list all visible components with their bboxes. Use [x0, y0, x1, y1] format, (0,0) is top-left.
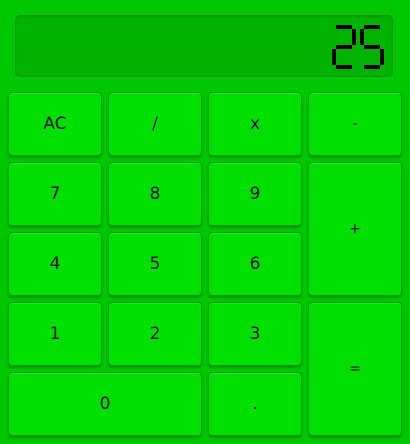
digit-segment	[364, 65, 380, 69]
digit-segment	[380, 49, 384, 65]
digit-1-button[interactable]: 1	[8, 302, 102, 366]
display-value	[332, 20, 384, 74]
digit-segment	[364, 45, 380, 49]
equals-button[interactable]: =	[308, 302, 402, 436]
digit-segment	[360, 29, 364, 45]
decimal-button[interactable]: .	[208, 372, 302, 436]
digit-5-button[interactable]: 5	[108, 232, 202, 296]
digit-3-button[interactable]: 3	[208, 302, 302, 366]
digit-segment	[336, 45, 352, 49]
digit-segment	[352, 29, 356, 45]
digit-segment	[336, 25, 352, 29]
digit-9-button[interactable]: 9	[208, 162, 302, 226]
digit-0-button[interactable]: 0	[8, 372, 202, 436]
digit-segment	[364, 25, 380, 29]
display-digits	[332, 20, 384, 74]
display-screen	[15, 15, 393, 77]
add-button[interactable]: +	[308, 162, 402, 296]
digit-2-button[interactable]: 2	[108, 302, 202, 366]
display-digit	[360, 25, 384, 69]
calculator-window: AC / x - 7 8 9 + 4 5 6 1 2 3 = 0 .	[0, 0, 410, 444]
divide-button[interactable]: /	[108, 92, 202, 156]
clear-button[interactable]: AC	[8, 92, 102, 156]
subtract-button[interactable]: -	[308, 92, 402, 156]
digit-4-button[interactable]: 4	[8, 232, 102, 296]
digit-8-button[interactable]: 8	[108, 162, 202, 226]
multiply-button[interactable]: x	[208, 92, 302, 156]
digit-segment	[332, 49, 336, 65]
digit-6-button[interactable]: 6	[208, 232, 302, 296]
display-digit	[332, 25, 356, 69]
digit-7-button[interactable]: 7	[8, 162, 102, 226]
digit-segment	[336, 65, 352, 69]
